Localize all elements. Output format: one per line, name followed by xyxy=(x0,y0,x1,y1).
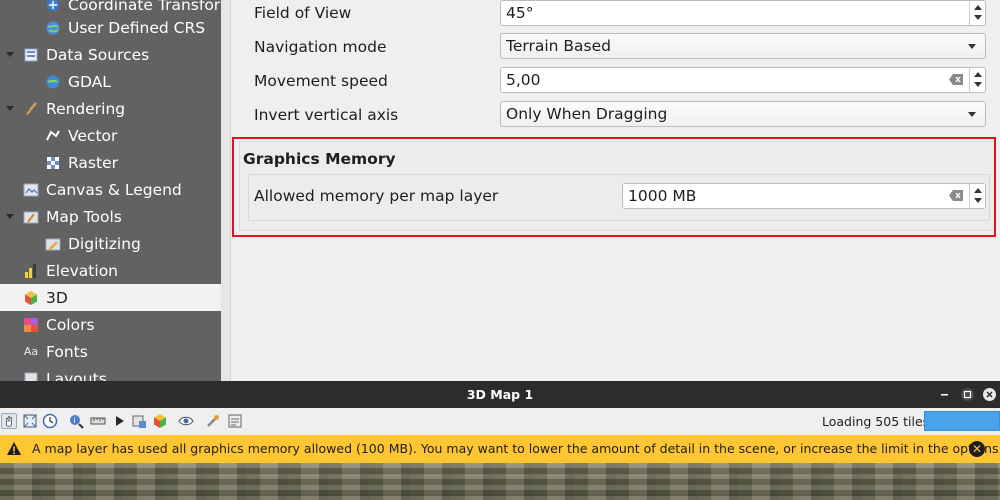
sidebar-item-fonts[interactable]: Aa Fonts xyxy=(0,338,221,365)
loading-progress-bar xyxy=(924,411,1000,431)
panel-splitter[interactable] xyxy=(221,0,231,381)
invert-vertical-axis-value: Only When Dragging xyxy=(506,105,668,123)
field-of-view-stepper[interactable] xyxy=(969,1,985,25)
invert-vertical-axis-label: Invert vertical axis xyxy=(254,106,399,124)
vector-icon xyxy=(45,128,61,144)
minimize-icon[interactable] xyxy=(938,388,951,401)
clear-field-icon[interactable] xyxy=(949,190,963,201)
chevron-down-icon[interactable] xyxy=(6,214,14,219)
field-of-view-value: 45° xyxy=(506,4,534,22)
pan-hand-icon[interactable] xyxy=(1,413,17,429)
layouts-icon xyxy=(23,371,39,381)
3d-map-window: 3D Map 1 i Loading 505 tiles A map layer… xyxy=(0,381,1000,500)
allowed-memory-stepper[interactable] xyxy=(969,184,985,208)
options-sidebar: Coordinate Transforms User Defined CRS D… xyxy=(0,0,221,381)
sidebar-item-3d[interactable]: 3D xyxy=(0,284,221,311)
loading-progress-fill xyxy=(925,412,999,430)
svg-text:i: i xyxy=(74,416,76,425)
movement-speed-stepper[interactable] xyxy=(969,68,985,92)
sidebar-item-colors[interactable]: Colors xyxy=(0,311,221,338)
warning-message: A map layer has used all graphics memory… xyxy=(32,441,1000,456)
sidebar-item-gdal[interactable]: GDAL xyxy=(0,68,221,95)
allowed-memory-input[interactable]: 1000 MB xyxy=(622,183,986,209)
terrain-shading xyxy=(0,463,1000,500)
clear-field-icon[interactable] xyxy=(949,74,963,85)
spin-down-icon[interactable] xyxy=(974,82,982,87)
elevation-icon xyxy=(23,263,39,279)
window-titlebar[interactable]: 3D Map 1 xyxy=(0,381,1000,408)
options-icon[interactable] xyxy=(227,413,243,429)
zoom-full-icon[interactable] xyxy=(22,413,38,429)
raster-icon xyxy=(45,155,61,171)
invert-vertical-axis-dropdown[interactable]: Only When Dragging xyxy=(500,101,986,127)
spin-down-icon[interactable] xyxy=(974,198,982,203)
3d-map-canvas[interactable] xyxy=(0,463,1000,500)
export-icon[interactable] xyxy=(131,413,147,429)
canvas-legend-icon xyxy=(23,182,39,198)
chevron-down-icon[interactable] xyxy=(968,44,976,49)
measure-icon[interactable] xyxy=(90,413,106,429)
fonts-icon: Aa xyxy=(23,345,39,358)
allowed-memory-label: Allowed memory per map layer xyxy=(254,187,499,205)
eye-icon[interactable] xyxy=(178,413,194,429)
close-icon[interactable] xyxy=(983,388,996,401)
globe-icon xyxy=(45,20,61,36)
paintbrush-icon xyxy=(23,101,39,117)
field-of-view-spinbox[interactable]: 45° xyxy=(500,0,986,26)
navigation-mode-dropdown[interactable]: Terrain Based xyxy=(500,33,986,59)
3d-layers-icon[interactable] xyxy=(152,413,168,429)
sidebar-item-canvas-legend[interactable]: Canvas & Legend xyxy=(0,176,221,203)
sidebar-item-rendering[interactable]: Rendering xyxy=(0,95,221,122)
sidebar-item-digitizing[interactable]: Digitizing xyxy=(0,230,221,257)
3d-settings-panel: Field of View 45° Navigation mode Terrai… xyxy=(232,0,1000,381)
graphics-memory-title: Graphics Memory xyxy=(243,150,396,168)
spin-down-icon[interactable] xyxy=(974,15,982,20)
play-animation-icon[interactable] xyxy=(111,413,127,429)
navigation-mode-value: Terrain Based xyxy=(506,37,611,55)
clock-icon[interactable] xyxy=(42,413,58,429)
navigation-mode-label: Navigation mode xyxy=(254,38,387,56)
sidebar-item-layouts[interactable]: Layouts xyxy=(0,365,221,381)
chevron-down-icon[interactable] xyxy=(6,106,14,111)
chevron-down-icon[interactable] xyxy=(6,52,14,57)
close-warning-icon[interactable]: ✕ xyxy=(969,441,985,457)
settings-tool-icon[interactable] xyxy=(205,413,221,429)
maximize-icon[interactable] xyxy=(961,388,974,401)
map-toolbar: i Loading 505 tiles xyxy=(0,408,1000,435)
coordinate-transform-icon xyxy=(45,0,61,13)
identify-icon[interactable]: i xyxy=(68,413,84,429)
loading-status: Loading 505 tiles xyxy=(822,414,930,429)
sidebar-item-elevation[interactable]: Elevation xyxy=(0,257,221,284)
data-sources-icon xyxy=(23,47,39,63)
3d-cube-icon xyxy=(23,290,39,306)
movement-speed-value: 5,00 xyxy=(506,71,541,89)
digitizing-icon xyxy=(45,236,61,252)
sidebar-item-map-tools[interactable]: Map Tools xyxy=(0,203,221,230)
sidebar-item-user-defined-crs[interactable]: User Defined CRS xyxy=(0,14,221,41)
memory-warning-bar: A map layer has used all graphics memory… xyxy=(0,435,1000,463)
colors-icon xyxy=(23,317,39,333)
spin-up-icon[interactable] xyxy=(974,72,982,77)
spin-up-icon[interactable] xyxy=(974,5,982,10)
allowed-memory-value: 1000 MB xyxy=(628,187,697,205)
movement-speed-label: Movement speed xyxy=(254,72,388,90)
sidebar-item-raster[interactable]: Raster xyxy=(0,149,221,176)
movement-speed-input[interactable]: 5,00 xyxy=(500,67,986,93)
field-of-view-label: Field of View xyxy=(254,4,352,22)
gdal-globe-icon xyxy=(45,74,61,90)
sidebar-item-data-sources[interactable]: Data Sources xyxy=(0,41,221,68)
map-tools-icon xyxy=(23,209,39,225)
chevron-down-icon[interactable] xyxy=(968,112,976,117)
warning-icon xyxy=(7,442,21,455)
window-title: 3D Map 1 xyxy=(466,387,534,402)
sidebar-item-vector[interactable]: Vector xyxy=(0,122,221,149)
spin-up-icon[interactable] xyxy=(974,188,982,193)
